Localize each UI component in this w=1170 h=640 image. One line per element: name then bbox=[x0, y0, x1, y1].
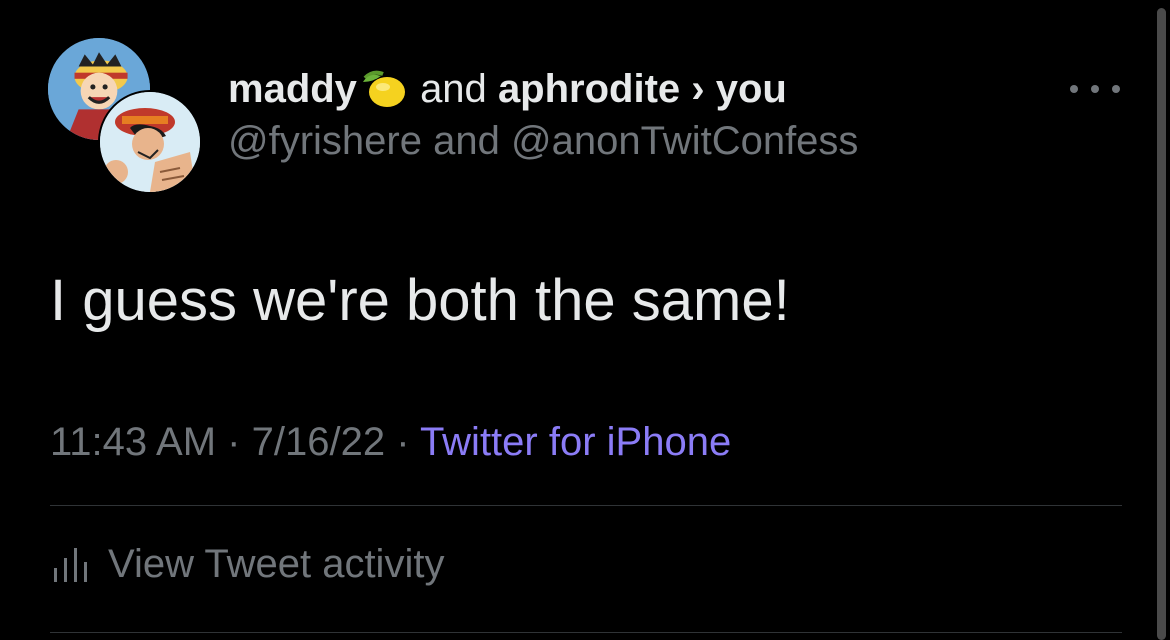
more-horizontal-icon bbox=[1070, 85, 1078, 93]
avatar-aphrodite-image bbox=[100, 92, 200, 192]
view-tweet-activity-label: View Tweet activity bbox=[108, 541, 445, 586]
author-name-aphrodite[interactable]: aphrodite bbox=[498, 67, 680, 111]
avatar-aphrodite[interactable] bbox=[98, 90, 202, 194]
tweet-metadata: 11:43 AM · 7/16/22 · Twitter for iPhone bbox=[50, 418, 731, 466]
author-handles: @fyrishere and @anonTwitConfess bbox=[228, 116, 1048, 166]
bar-chart-icon bbox=[54, 548, 87, 582]
lemon-icon bbox=[362, 70, 405, 107]
author-connector: and bbox=[420, 67, 487, 111]
more-horizontal-icon bbox=[1112, 85, 1120, 93]
meta-separator: · bbox=[227, 420, 241, 464]
meta-separator: · bbox=[396, 420, 410, 464]
handle-anontwitconfess[interactable]: @anonTwitConfess bbox=[511, 119, 858, 163]
tweet-date[interactable]: 7/16/22 bbox=[252, 420, 385, 464]
scrollbar[interactable] bbox=[1157, 8, 1166, 640]
more-options-button[interactable] bbox=[1070, 74, 1120, 104]
view-tweet-activity-button[interactable]: View Tweet activity bbox=[50, 540, 444, 588]
handle-fyrishere[interactable]: @fyrishere bbox=[228, 119, 422, 163]
divider bbox=[50, 505, 1122, 506]
tweet-card: maddy and aphrodite › you @fyrishere and… bbox=[0, 0, 1170, 640]
tweet-source-link[interactable]: Twitter for iPhone bbox=[420, 420, 731, 464]
reply-arrow: › bbox=[691, 67, 705, 111]
divider bbox=[50, 632, 1122, 633]
tweet-time[interactable]: 11:43 AM bbox=[50, 420, 216, 464]
author-names: maddy and aphrodite › you bbox=[228, 64, 1048, 114]
more-horizontal-icon bbox=[1091, 85, 1099, 93]
tweet-header: maddy and aphrodite › you @fyrishere and… bbox=[228, 64, 1048, 166]
author-name-maddy[interactable]: maddy bbox=[228, 67, 357, 111]
tweet-text: I guess we're both the same! bbox=[50, 268, 790, 333]
handle-connector: and bbox=[433, 119, 500, 163]
recipient-name[interactable]: you bbox=[716, 67, 787, 111]
